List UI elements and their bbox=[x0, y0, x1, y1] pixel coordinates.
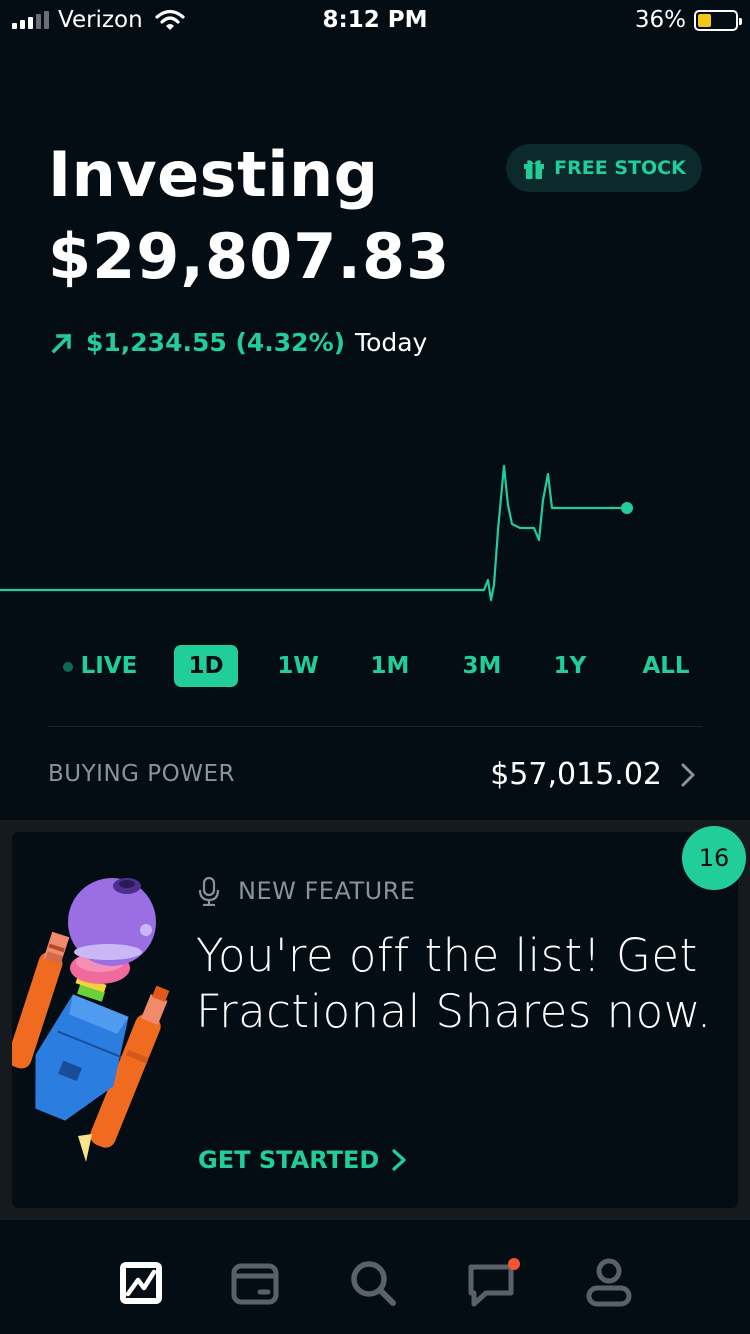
range-live[interactable]: LIVE bbox=[60, 645, 140, 687]
buying-power-label[interactable]: BUYING POWER bbox=[48, 761, 235, 787]
live-dot-icon bbox=[62, 661, 73, 672]
free-stock-label: FREE STOCK bbox=[554, 157, 686, 179]
chart-icon[interactable] bbox=[116, 1258, 166, 1308]
battery-icon bbox=[694, 9, 742, 31]
buying-power-value[interactable]: $57,015.02 bbox=[490, 757, 662, 792]
range-1w[interactable]: 1W bbox=[266, 645, 330, 687]
status-bar: Verizon 8:12 PM 36% bbox=[0, 0, 750, 40]
range-3m[interactable]: 3M bbox=[450, 645, 514, 687]
portfolio-line bbox=[0, 464, 626, 602]
portfolio-value: $29,807.83 bbox=[48, 220, 451, 293]
search-icon[interactable] bbox=[348, 1258, 398, 1308]
microphone-icon bbox=[198, 876, 220, 906]
range-all[interactable]: ALL bbox=[634, 645, 698, 687]
range-1m[interactable]: 1M bbox=[358, 645, 422, 687]
get-started-label: GET STARTED bbox=[198, 1146, 380, 1174]
arrow-up-right-icon bbox=[51, 333, 72, 353]
range-selector: LIVE 1D 1W 1M 3M 1Y ALL bbox=[48, 645, 708, 689]
account-icon[interactable] bbox=[584, 1258, 634, 1308]
current-point bbox=[621, 502, 633, 514]
new-feature-label: NEW FEATURE bbox=[238, 877, 416, 905]
battery-fill bbox=[698, 13, 711, 27]
range-1d[interactable]: 1D bbox=[174, 645, 238, 687]
gift-icon bbox=[524, 160, 545, 179]
notification-count-badge[interactable]: 16 bbox=[682, 826, 746, 890]
portfolio-chart[interactable] bbox=[0, 450, 750, 620]
page-title: Investing bbox=[48, 138, 379, 211]
wallet-icon[interactable] bbox=[230, 1258, 280, 1308]
battery-percent: 36% bbox=[634, 7, 686, 33]
change-period-label: Today bbox=[355, 328, 428, 357]
tab-bar bbox=[0, 1220, 750, 1334]
chevron-right-icon[interactable] bbox=[676, 760, 700, 790]
status-right: 36% bbox=[634, 7, 742, 33]
get-started-button[interactable]: GET STARTED bbox=[198, 1146, 407, 1174]
daily-change: $1,234.55 (4.32%) Today bbox=[50, 328, 427, 357]
range-1y[interactable]: 1Y bbox=[538, 645, 602, 687]
free-stock-button[interactable]: FREE STOCK bbox=[506, 144, 702, 192]
new-feature-eyebrow: NEW FEATURE bbox=[198, 876, 416, 906]
rocket-illustration bbox=[12, 878, 170, 1162]
feature-message: You're off the list! Get Fractional Shar… bbox=[196, 929, 712, 1038]
change-amount: $1,234.55 (4.32%) bbox=[86, 328, 346, 357]
chevron-right-icon bbox=[392, 1149, 406, 1171]
messages-icon[interactable] bbox=[466, 1258, 526, 1308]
divider bbox=[48, 726, 702, 727]
